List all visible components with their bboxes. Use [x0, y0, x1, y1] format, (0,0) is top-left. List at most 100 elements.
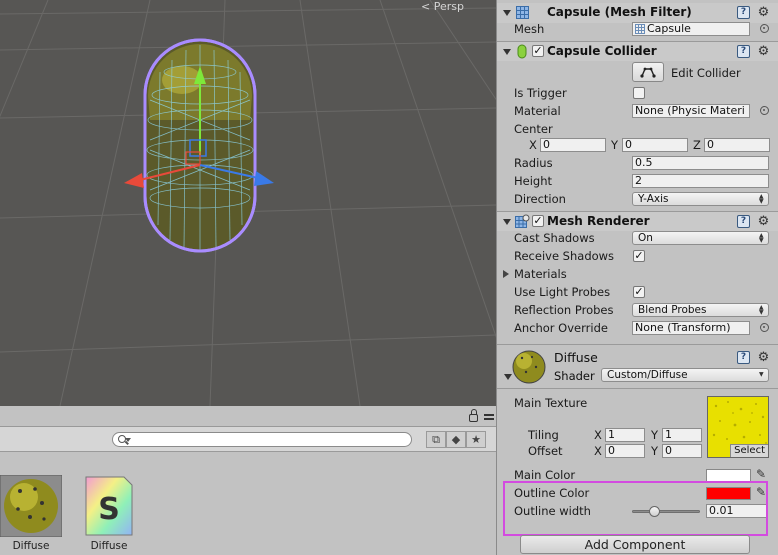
cast-shadows-row: Cast Shadows On ▲ ▼: [497, 229, 778, 247]
gear-icon[interactable]: ⚙: [757, 215, 770, 228]
mesh-row: Mesh Capsule: [497, 20, 778, 38]
offset-y-label: Y: [651, 444, 659, 458]
direction-dropdown[interactable]: Y-Axis ▲ ▼: [632, 192, 769, 206]
material-body-separator: [497, 388, 778, 389]
mesh-renderer-enabled-checkbox[interactable]: ✓: [532, 215, 544, 227]
eyedropper-icon[interactable]: ✎: [756, 467, 766, 481]
object-picker-icon[interactable]: [760, 106, 769, 115]
cast-shadows-dropdown[interactable]: On ▲ ▼: [632, 231, 769, 245]
help-icon[interactable]: ?: [737, 6, 750, 19]
materials-row[interactable]: Materials: [497, 265, 778, 283]
radius-field[interactable]: 0.5: [632, 156, 769, 170]
radius-label: Radius: [514, 156, 553, 170]
help-icon[interactable]: ?: [737, 215, 750, 228]
reflection-probes-label: Reflection Probes: [514, 303, 614, 317]
gear-icon[interactable]: ⚙: [757, 6, 770, 19]
is-trigger-label: Is Trigger: [514, 86, 567, 100]
tiling-y-field[interactable]: 1: [662, 428, 702, 442]
foldout-icon[interactable]: [503, 49, 511, 55]
center-label: Center: [514, 122, 553, 136]
component-title: Capsule Collider: [547, 44, 657, 58]
tiling-x-field[interactable]: 1: [605, 428, 645, 442]
mesh-renderer-icon: [515, 214, 530, 228]
mesh-field[interactable]: Capsule: [632, 22, 750, 36]
project-toolbar: ⧉ ◆ ★: [0, 426, 496, 452]
filter-by-label-button[interactable]: ◆: [446, 431, 466, 448]
center-x-field[interactable]: 0: [540, 138, 606, 152]
gear-icon[interactable]: ⚙: [757, 351, 770, 364]
gear-icon[interactable]: ⚙: [757, 45, 770, 58]
material-separator: [497, 344, 778, 345]
anchor-override-field[interactable]: None (Transform): [632, 321, 750, 335]
object-picker-icon[interactable]: [760, 24, 769, 33]
center-x-label: X: [529, 138, 537, 152]
center-y-field[interactable]: 0: [622, 138, 688, 152]
project-topbar: [0, 406, 496, 426]
mesh-value: Capsule: [647, 22, 691, 35]
asset-shader-diffuse[interactable]: S Diffuse: [78, 475, 140, 555]
foldout-icon[interactable]: [503, 10, 511, 16]
height-label: Height: [514, 174, 553, 188]
receive-shadows-checkbox[interactable]: ✓: [633, 250, 645, 262]
material-foldout-icon[interactable]: [504, 374, 512, 380]
project-panel: ⧉ ◆ ★ Diffuse S Diffuse: [0, 406, 496, 555]
tiling-label: Tiling: [528, 428, 559, 442]
capsule-collider-enabled-checkbox[interactable]: ✓: [532, 45, 544, 57]
persp-text: Persp: [433, 0, 464, 13]
dropdown-arrows-icon: ▲ ▼: [759, 232, 764, 244]
project-search-input[interactable]: [112, 432, 412, 447]
reflection-probes-dropdown[interactable]: Blend Probes ▲ ▼: [632, 303, 769, 317]
height-field[interactable]: 2: [632, 174, 769, 188]
filter-by-type-button[interactable]: ⧉: [426, 431, 446, 448]
center-y-label: Y: [611, 138, 619, 152]
mesh-filter-icon: [516, 6, 529, 19]
use-light-probes-checkbox[interactable]: ✓: [633, 286, 645, 298]
physic-material-field[interactable]: None (Physic Materi: [632, 104, 750, 118]
is-trigger-checkbox[interactable]: [633, 87, 645, 99]
object-picker-icon[interactable]: [760, 323, 769, 332]
scene-canvas[interactable]: [0, 0, 496, 406]
direction-value: Y-Axis: [638, 193, 669, 205]
center-z-field[interactable]: 0: [704, 138, 770, 152]
collider-material-row: Material None (Physic Materi: [497, 102, 778, 120]
cast-shadows-value: On: [638, 232, 653, 244]
help-icon[interactable]: ?: [737, 351, 750, 364]
center-xyz-row: X 0 Y 0 Z 0: [497, 136, 778, 154]
cast-shadows-label: Cast Shadows: [514, 231, 595, 245]
reflection-probes-row: Reflection Probes Blend Probes ▲ ▼: [497, 301, 778, 319]
component-title: Mesh Renderer: [547, 214, 650, 228]
scene-view[interactable]: < Persp: [0, 0, 496, 406]
favorites-button[interactable]: ★: [466, 431, 486, 448]
edit-collider-icon: [640, 67, 656, 78]
asset-label: Diffuse: [90, 540, 128, 552]
edit-collider-label: Edit Collider: [671, 66, 741, 80]
panel-menu-icon[interactable]: [484, 414, 494, 424]
search-dropdown-icon[interactable]: [125, 438, 131, 442]
mesh-renderer-header[interactable]: ✓ Mesh Renderer ? ⚙: [497, 211, 778, 231]
mesh-grid-icon: [635, 24, 645, 34]
materials-foldout-icon[interactable]: [503, 270, 509, 278]
capsule-collider-icon: [517, 44, 527, 59]
edit-collider-button[interactable]: [632, 62, 664, 82]
project-asset-grid: Diffuse S Diffuse: [0, 453, 496, 555]
use-light-probes-label: Use Light Probes: [514, 285, 611, 299]
shader-dropdown[interactable]: Custom/Diffuse ▼: [601, 368, 769, 382]
lock-icon[interactable]: [469, 409, 478, 422]
asset-material-diffuse[interactable]: Diffuse: [0, 475, 62, 555]
dropdown-arrow-icon: ▼: [759, 371, 764, 378]
offset-x-label: X: [594, 444, 602, 458]
reflection-probes-value: Blend Probes: [638, 304, 707, 316]
offset-y-field[interactable]: 0: [662, 444, 702, 458]
shader-label: Shader: [554, 369, 595, 383]
help-icon[interactable]: ?: [737, 45, 750, 58]
capsule-collider-header[interactable]: ✓ Capsule Collider ? ⚙: [497, 41, 778, 61]
material-label: Material: [514, 104, 561, 118]
add-component-button[interactable]: Add Component: [520, 535, 750, 554]
receive-shadows-label: Receive Shadows: [514, 249, 615, 263]
is-trigger-row: Is Trigger: [497, 84, 778, 102]
inspector-panel: Capsule (Mesh Filter) ? ⚙ Mesh Capsule ✓…: [496, 0, 778, 555]
foldout-icon[interactable]: [503, 219, 511, 225]
offset-x-field[interactable]: 0: [605, 444, 645, 458]
view-persp-label[interactable]: < Persp: [421, 0, 464, 13]
shader-glyph: S: [98, 492, 120, 527]
